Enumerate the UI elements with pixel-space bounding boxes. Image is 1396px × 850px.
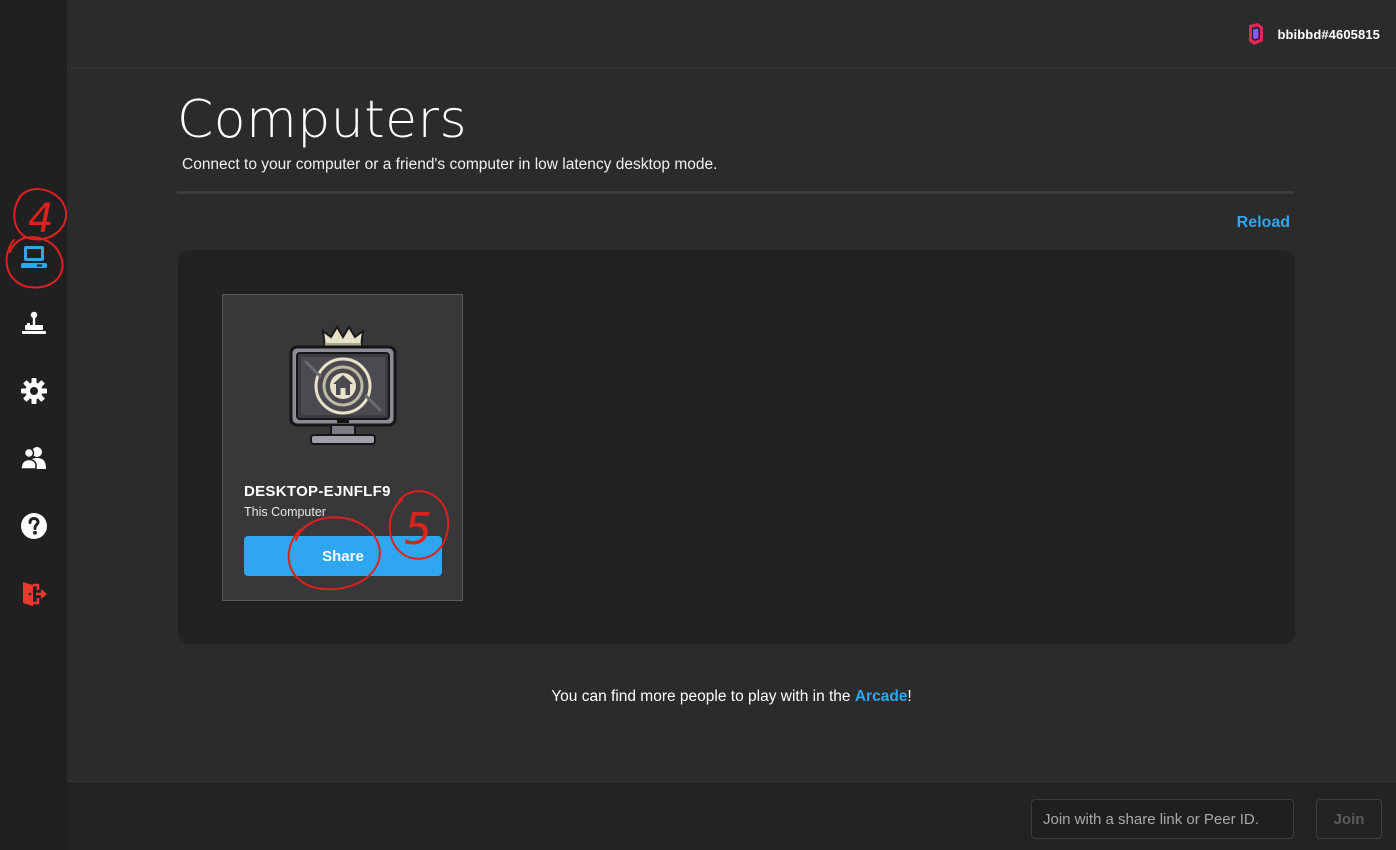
join-bar: Join	[67, 781, 1396, 850]
sidebar-item-logout[interactable]	[0, 566, 67, 622]
sidebar-item-arcade[interactable]	[0, 296, 67, 352]
computer-card[interactable]: DESKTOP-EJNFLF9 This Computer Share	[222, 294, 463, 601]
computer-subtitle: This Computer	[244, 505, 326, 519]
top-bar: bbibbd#4605815	[67, 0, 1396, 68]
page-subtitle: Connect to your computer or a friend's c…	[182, 156, 718, 173]
username-label: bbibbd#4605815	[1277, 26, 1380, 42]
sidebar	[0, 0, 67, 850]
home-computer-icon	[289, 325, 397, 445]
main-content: Computers Connect to your computer or a …	[67, 68, 1396, 781]
computer-name: DESKTOP-EJNFLF9	[244, 483, 391, 500]
logout-icon	[22, 582, 47, 606]
sidebar-item-settings[interactable]	[0, 363, 67, 419]
users-icon	[19, 447, 46, 470]
sidebar-item-computers[interactable]	[0, 229, 67, 285]
joystick-icon	[21, 311, 46, 334]
join-button[interactable]: Join	[1316, 799, 1382, 839]
user-account[interactable]: bbibbd#4605815	[1247, 22, 1380, 46]
app-window: bbibbd#4605815 Computers Connect to your…	[0, 0, 1396, 850]
reload-link[interactable]: Reload	[1237, 214, 1290, 232]
gear-icon	[20, 378, 47, 404]
arcade-suffix: !	[907, 688, 912, 705]
laptop-icon	[20, 246, 47, 268]
header-divider	[177, 191, 1294, 194]
join-input[interactable]	[1031, 799, 1294, 839]
sidebar-item-help[interactable]	[0, 498, 67, 554]
page-title: Computers	[177, 90, 468, 150]
arcade-prefix: You can find more people to play with in…	[551, 688, 855, 705]
sidebar-item-friends[interactable]	[0, 430, 67, 486]
question-icon	[20, 513, 47, 539]
share-button[interactable]: Share	[244, 536, 442, 576]
arcade-link[interactable]: Arcade	[855, 688, 908, 705]
computers-panel: DESKTOP-EJNFLF9 This Computer Share	[178, 250, 1295, 644]
brand-logo-icon	[1249, 23, 1264, 45]
arcade-message: You can find more people to play with in…	[67, 688, 1396, 706]
